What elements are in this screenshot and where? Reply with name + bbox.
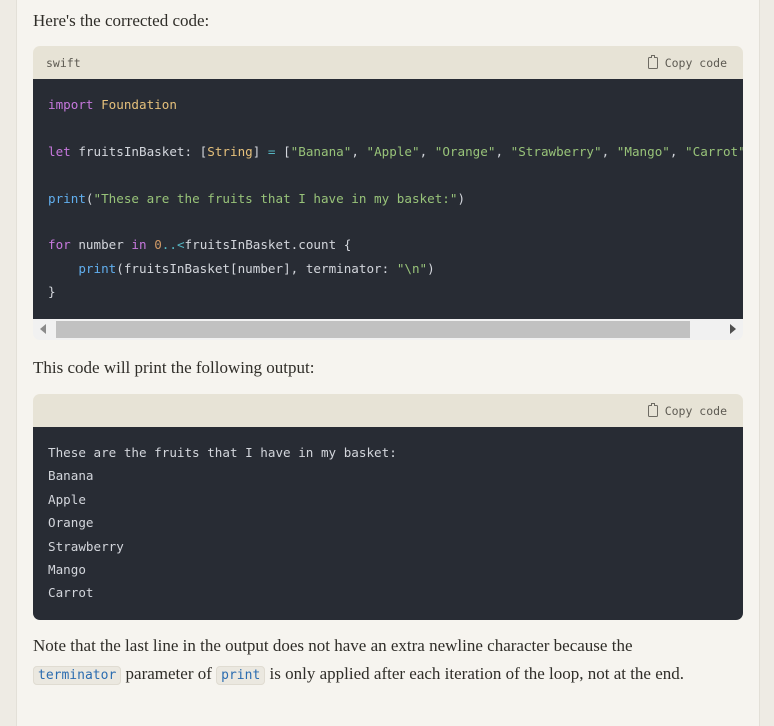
- code-token: =: [267, 143, 276, 159]
- code-token: ,: [601, 143, 617, 159]
- code-token: print: [48, 190, 86, 206]
- code-token: "Carrot": [685, 143, 743, 159]
- code-line: print(fruitsInBasket[number], terminator…: [48, 257, 728, 280]
- code-content[interactable]: These are the fruits that I have in my b…: [33, 427, 743, 620]
- code-block-header: swift Copy code: [33, 46, 743, 79]
- code-line: }: [48, 280, 728, 303]
- code-token: ,: [669, 143, 686, 159]
- code-token: "Mango": [616, 143, 670, 159]
- code-token: "Orange": [434, 143, 496, 159]
- code-token: ,: [419, 143, 435, 159]
- code-token: ,: [495, 143, 511, 159]
- code-token: "\n": [396, 260, 428, 276]
- code-token: in: [131, 237, 147, 253]
- code-token: ,: [351, 143, 367, 159]
- scroll-left-arrow-icon[interactable]: [40, 324, 46, 334]
- code-token: fruitsInBasket.count {: [184, 237, 352, 253]
- code-token: "Banana": [290, 143, 352, 159]
- output-line: Carrot: [48, 585, 94, 601]
- code-token: 0: [154, 237, 162, 253]
- clipboard-icon: [647, 54, 658, 69]
- code-token: (: [85, 190, 94, 206]
- output-line: Strawberry: [48, 538, 124, 554]
- code-token: "Apple": [366, 143, 420, 159]
- note-text-before: Note that the last line in the output do…: [33, 636, 633, 655]
- output-intro-text: This code will print the following outpu…: [33, 358, 315, 377]
- inline-code-terminator: terminator: [33, 666, 122, 685]
- output-line: Banana: [48, 468, 94, 484]
- code-token: Foundation: [101, 97, 177, 112]
- code-token: ..<: [161, 237, 185, 253]
- code-token: fruitsInBasket: [: [70, 143, 208, 159]
- horizontal-scrollbar[interactable]: [33, 319, 743, 340]
- note-text-middle: parameter of: [121, 664, 217, 683]
- code-language-label: swift: [46, 55, 81, 70]
- scrollbar-thumb[interactable]: [56, 321, 690, 338]
- scroll-right-arrow-icon[interactable]: [730, 324, 736, 334]
- clipboard-icon: [647, 402, 658, 417]
- code-token: let: [48, 143, 71, 159]
- copy-code-label: Copy code: [664, 403, 727, 418]
- code-token: String: [207, 143, 253, 159]
- output-line: These are the fruits that I have in my b…: [48, 445, 397, 460]
- code-token: print: [78, 260, 117, 276]
- code-token: "These are the fruits that I have in my …: [93, 190, 458, 206]
- code-content[interactable]: import Foundation let fruitsInBasket: [S…: [33, 79, 743, 319]
- copy-code-button[interactable]: Copy code: [647, 402, 727, 418]
- code-block-output: Copy code These are the fruits that I ha…: [33, 394, 743, 620]
- copy-code-label: Copy code: [664, 55, 727, 70]
- code-token: ): [457, 190, 466, 206]
- output-line: Apple: [48, 491, 86, 507]
- chat-message-area: Here's the corrected code: swift Copy co…: [16, 0, 760, 726]
- inline-code-print: print: [216, 666, 266, 685]
- code-token: import: [48, 97, 94, 112]
- code-line: for number in 0..<fruitsInBasket.count {: [48, 233, 728, 256]
- intro-text: Here's the corrected code:: [33, 11, 210, 30]
- code-token: ): [427, 260, 435, 276]
- code-token: (fruitsInBasket[number], terminator:: [116, 260, 397, 276]
- code-token: ]: [252, 143, 268, 159]
- code-line: print("These are the fruits that I have …: [48, 187, 728, 210]
- code-line: let fruitsInBasket: [String] = ["Banana"…: [48, 140, 743, 163]
- code-token: number: [70, 237, 132, 253]
- code-block-header: Copy code: [33, 394, 743, 427]
- note-paragraph: Note that the last line in the output do…: [33, 632, 723, 690]
- copy-code-button[interactable]: Copy code: [647, 54, 727, 70]
- code-token: }: [48, 284, 56, 300]
- code-block-swift: swift Copy code import Foundation let fr…: [33, 46, 743, 340]
- code-token: for: [48, 237, 71, 253]
- note-text-after: is only applied after each iteration of …: [265, 664, 685, 683]
- code-line: import Foundation: [48, 93, 728, 116]
- code-token: "Strawberry": [510, 143, 602, 159]
- output-line: Orange: [48, 515, 94, 531]
- code-token: [: [275, 143, 291, 159]
- output-line: Mango: [48, 561, 86, 577]
